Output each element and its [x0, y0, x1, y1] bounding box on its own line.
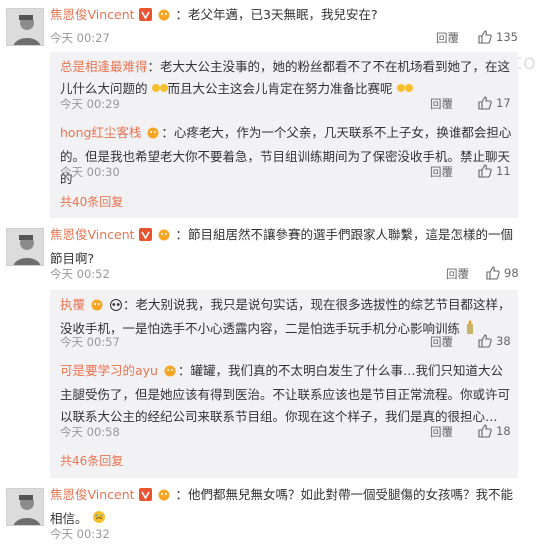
comment-text: 焦恩俊Vincent ：老父年邁，已3天無眠，我兒安在?: [50, 4, 520, 28]
cheer-emoji-icon: [396, 79, 413, 92]
reply-button[interactable]: 回覆: [436, 30, 459, 46]
member-crown-icon: [145, 124, 161, 146]
timestamp: 今天 00:27: [50, 31, 110, 45]
username-link[interactable]: 焦恩俊Vincent: [50, 7, 135, 22]
verified-badge-icon: [138, 486, 152, 508]
reply-username-link[interactable]: hong红尘客栈: [60, 125, 141, 140]
reply-username-link[interactable]: 总是相逢最难得: [60, 59, 148, 74]
like-count: 18: [496, 424, 511, 438]
reply-username-link[interactable]: 可是要学习的ayu: [60, 363, 158, 378]
username-link[interactable]: 焦恩俊Vincent: [50, 487, 135, 502]
reply-thread: 总是相逢最难得：老大大公主没事的，她的粉丝都看不了不在机场看到她了，在这儿什么大…: [50, 52, 518, 218]
timestamp: 今天 00:32: [50, 527, 110, 541]
reply-button[interactable]: 回覆: [430, 96, 453, 112]
reply-thread: 执覆 ：老大别说我，我只是说句实话，现在很多选拔性的综艺节目都这样，没收手机，一…: [50, 290, 518, 478]
like-count: 11: [496, 164, 511, 178]
view-all-replies-link[interactable]: 共40条回复: [60, 193, 123, 210]
member-crown-icon: [156, 486, 172, 508]
like-count: 17: [496, 96, 511, 110]
avatar[interactable]: [6, 8, 44, 46]
reply-body-continued: 而且大公主这会儿肯定在努力准备比赛呢: [167, 81, 393, 96]
comment-body: ：老父年邁，已3天無眠，我兒安在?: [175, 7, 378, 22]
thumbs-up-icon: [478, 164, 492, 178]
like-button[interactable]: 38: [478, 334, 511, 348]
reply-username-link[interactable]: 执覆: [60, 297, 85, 312]
candle-emoji-icon: [464, 319, 480, 334]
like-button[interactable]: 98: [486, 266, 519, 280]
thumbs-up-icon: [478, 30, 492, 44]
comment-feed: { "watermark": "tangchaowangyuechc.top",…: [0, 0, 536, 554]
comment-text: 焦恩俊Vincent ：他們都無兒無女嗎？如此對帶一個受腿傷的女孩嗎？我不能相信…: [50, 484, 520, 530]
thumbs-up-icon: [478, 96, 492, 110]
view-all-replies-link[interactable]: 共46条回复: [60, 452, 123, 469]
timestamp: 今天 00:52: [50, 267, 110, 281]
reply-button[interactable]: 回覆: [430, 424, 453, 440]
reply-timestamp: 今天 00:57: [60, 335, 120, 349]
like-count: 135: [496, 30, 518, 44]
avatar[interactable]: [6, 488, 44, 526]
member-crown-icon: [89, 296, 105, 318]
reply-timestamp: 今天 00:29: [60, 97, 120, 111]
thumbs-up-icon: [478, 334, 492, 348]
comment-text: 焦恩俊Vincent ：節目組居然不讓參賽的選手們跟家人聯繫，這是怎樣的一個節目…: [50, 224, 520, 270]
like-count: 98: [504, 266, 519, 280]
verified-badge-icon: [138, 226, 152, 248]
reply-body: ：老大别说我，我只是说句实话，现在很多选拔性的综艺节目都这样，没收手机，一是怕选…: [60, 297, 511, 336]
like-button[interactable]: 17: [478, 96, 511, 110]
like-button[interactable]: 11: [478, 164, 511, 178]
username-link[interactable]: 焦恩俊Vincent: [50, 227, 135, 242]
crying-emoji-icon: [92, 509, 108, 523]
thumbs-up-icon: [478, 424, 492, 438]
reply-timestamp: 今天 00:58: [60, 425, 120, 439]
reply-item: 总是相逢最难得：老大大公主没事的，她的粉丝都看不了不在机场看到她了，在这儿什么大…: [60, 56, 512, 100]
panda-icon: [109, 296, 123, 318]
cheer-emoji-icon: [151, 79, 168, 92]
reply-button[interactable]: 回覆: [430, 164, 453, 180]
member-crown-icon: [156, 6, 172, 28]
member-crown-icon: [162, 362, 178, 384]
member-crown-icon: [156, 226, 172, 248]
avatar[interactable]: [6, 228, 44, 266]
like-count: 38: [496, 334, 511, 348]
verified-badge-icon: [138, 6, 152, 28]
reply-button[interactable]: 回覆: [446, 266, 469, 282]
like-button[interactable]: 18: [478, 424, 511, 438]
reply-timestamp: 今天 00:30: [60, 165, 120, 179]
like-button[interactable]: 135: [478, 30, 518, 44]
reply-button[interactable]: 回覆: [430, 334, 453, 350]
reply-item: 可是要学习的ayu ：罐罐，我们真的不太明白发生了什么事…我们只知道大公主腿受伤…: [60, 360, 512, 428]
thumbs-up-icon: [486, 266, 500, 280]
